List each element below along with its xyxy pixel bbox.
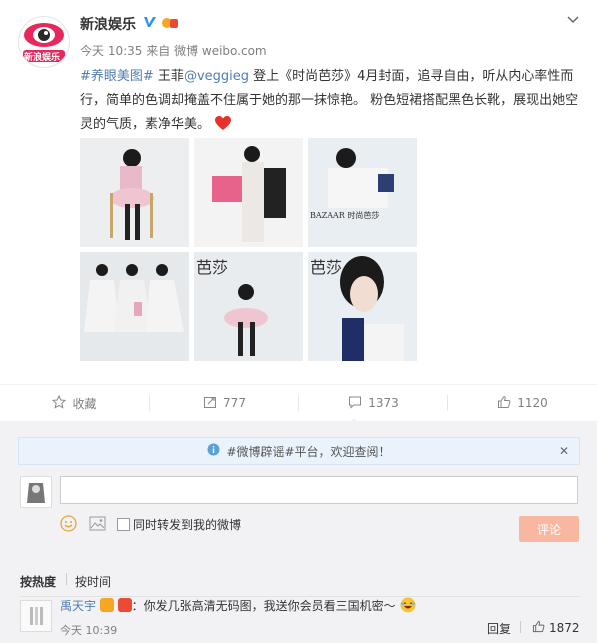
info-icon <box>207 443 220 459</box>
verified-badge-icon <box>99 598 114 612</box>
image-icon[interactable] <box>89 515 106 532</box>
post-image-1[interactable] <box>80 138 189 247</box>
comment-input[interactable] <box>60 476 578 504</box>
post-image-5[interactable]: 芭莎 <box>194 252 303 361</box>
magazine-title-2: 芭莎 <box>310 258 343 277</box>
commenter-avatar[interactable] <box>20 600 52 632</box>
magazine-label: BAZAAR 时尚芭莎 <box>310 211 380 220</box>
laughing-emoji-icon <box>400 597 416 618</box>
comment-icon <box>348 395 362 412</box>
thumbs-up-icon <box>497 395 511 412</box>
repost-checkbox[interactable] <box>117 518 130 531</box>
reply-button[interactable]: 回复 <box>487 620 511 637</box>
rumor-notice: #微博辟谣#平台，欢迎查阅！ ✕ <box>18 437 580 465</box>
comment-action-divider <box>520 621 521 633</box>
author-name[interactable]: 新浪娱乐 <box>80 14 136 34</box>
repost-checkbox-label: 同时转发到我的微博 <box>133 518 242 532</box>
thumbs-up-icon <box>532 620 545 636</box>
post-meta: 今天 10:35 来自 微博 weibo.com <box>80 42 267 59</box>
commenter-name[interactable]: 禹天宇 <box>60 599 96 613</box>
favorite-button[interactable]: 收藏 <box>0 385 149 421</box>
sort-by-time[interactable]: 按时间 <box>75 573 111 590</box>
star-icon <box>52 394 67 412</box>
repost-count: 777 <box>223 396 246 410</box>
comment-text: 禹天宇 ：你发几张高清无码图，我送你会员看三国机密～ <box>60 597 416 618</box>
author-avatar[interactable]: 新浪娱乐 <box>18 16 70 68</box>
notice-text[interactable]: #微博辟谣#平台，欢迎查阅！ <box>226 443 390 460</box>
favorite-label: 收藏 <box>72 396 97 411</box>
comment-time: 今天 10:39 <box>60 624 118 637</box>
post-image-6[interactable]: 芭莎 <box>308 252 417 361</box>
hashtag-link[interactable]: #养眼美图# <box>80 69 154 84</box>
close-icon[interactable]: ✕ <box>559 444 569 458</box>
comment-count: 1373 <box>368 396 399 410</box>
comment-like-button[interactable]: 1872 <box>532 620 580 636</box>
submit-comment-button[interactable]: 评论 <box>519 516 579 542</box>
like-button[interactable]: 1120 <box>448 385 597 421</box>
vip-icon[interactable] <box>161 15 179 35</box>
post-source[interactable]: 微博 weibo.com <box>174 44 267 58</box>
post-image-2[interactable] <box>194 138 303 247</box>
avatar-text: 新浪娱乐 <box>24 53 61 63</box>
sort-divider <box>66 573 67 585</box>
magazine-title: 芭莎 <box>196 258 229 277</box>
post-image-4[interactable] <box>80 252 189 361</box>
comment-button[interactable]: 1373 <box>299 385 448 421</box>
sort-by-hot[interactable]: 按热度 <box>20 573 56 590</box>
comment-like-count: 1872 <box>549 621 580 635</box>
action-bar: 收藏 777 1373 1120 <box>0 384 597 424</box>
emoji-icon[interactable] <box>60 515 77 532</box>
mention-link[interactable]: @veggieg <box>184 69 249 84</box>
heart-emoji-icon <box>214 115 232 140</box>
verified-icon <box>142 14 158 34</box>
post-image-3[interactable]: BAZAAR 时尚芭莎 <box>308 138 417 247</box>
chevron-down-icon[interactable] <box>566 12 580 26</box>
repost-icon <box>203 395 217 412</box>
my-avatar[interactable] <box>20 476 52 508</box>
repost-button[interactable]: 777 <box>150 385 299 421</box>
post-time[interactable]: 今天 10:35 <box>80 44 142 58</box>
source-prefix: 来自 <box>146 44 171 58</box>
vip-badge-icon[interactable] <box>117 598 132 612</box>
comment-body: ：你发几张高清无码图，我送你会员看三国机密～ <box>131 599 396 613</box>
post-text: #养眼美图# 王菲@veggieg 登上《时尚芭莎》4月封面，追寻自由，听从内心… <box>80 65 580 140</box>
like-count: 1120 <box>517 396 548 410</box>
post-text-part1: 王菲 <box>153 69 184 84</box>
